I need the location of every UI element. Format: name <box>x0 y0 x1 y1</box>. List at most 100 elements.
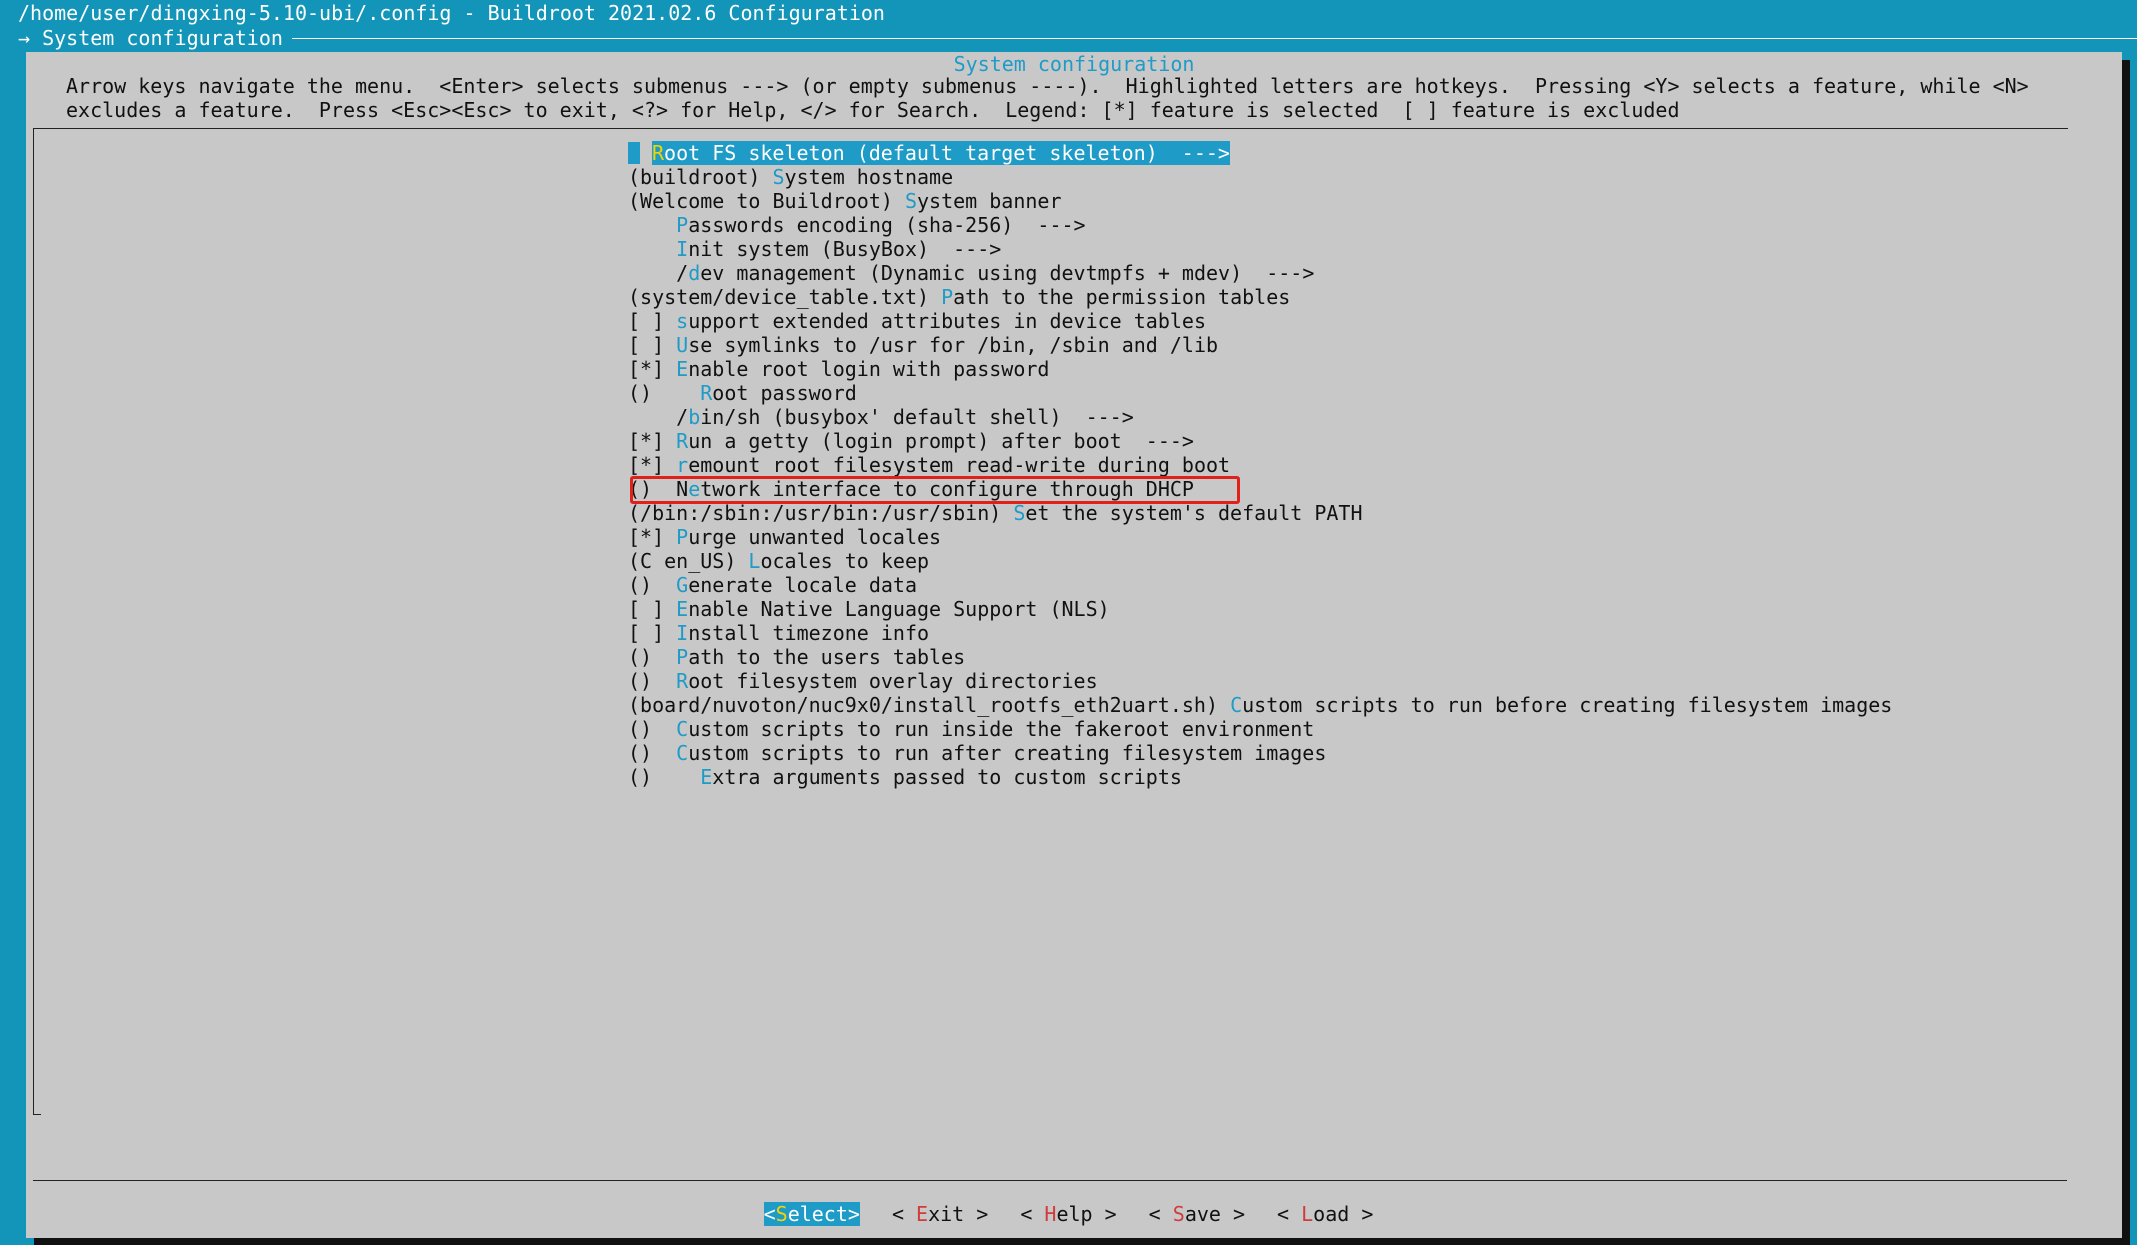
menu-item[interactable]: (Welcome to Buildroot) System banner <box>628 189 1892 213</box>
menu-item[interactable]: (C en_US) Locales to keep <box>628 549 1892 573</box>
dialog-shadow-bottom <box>34 1238 2130 1245</box>
help-button[interactable]: < Help > <box>1020 1202 1116 1226</box>
menu-item-prefix: () <box>628 645 677 669</box>
button-open: < <box>763 1202 776 1226</box>
menu-item-hotkey: P <box>676 213 689 237</box>
menu-item[interactable]: () Custom scripts to run after creating … <box>628 741 1892 765</box>
menu-item-prefix: (buildroot) <box>628 165 773 189</box>
button-close: > <box>1092 1202 1117 1226</box>
button-open: < <box>1148 1202 1173 1226</box>
menu-item-label: ocales to keep <box>760 549 930 573</box>
menu-item[interactable]: /dev management (Dynamic using devtmpfs … <box>628 261 1892 285</box>
menu-item-label: ustom scripts to run inside the fakeroot… <box>688 717 1315 741</box>
menu-item-label: ath to the users tables <box>688 645 966 669</box>
dialog-title: System configuration <box>953 52 1195 76</box>
menu-item[interactable]: () Custom scripts to run inside the fake… <box>628 717 1892 741</box>
button-hk: S <box>1172 1202 1185 1226</box>
menu-item[interactable]: (board/nuvoton/nuc9x0/install_rootfs_eth… <box>628 693 1892 717</box>
menu-item[interactable]: () Path to the users tables <box>628 645 1892 669</box>
menu-item-hotkey: S <box>1013 501 1026 525</box>
menu-item-label: nable Native Language Support (NLS) <box>688 597 1110 621</box>
menu-item-label: upport extended attributes in device tab… <box>688 309 1206 333</box>
menu-item-prefix: [ ] <box>628 309 677 333</box>
menu-item[interactable]: Passwords encoding (sha-256) ---> <box>628 213 1892 237</box>
menu-item[interactable]: [*] Enable root login with password <box>628 357 1892 381</box>
menu-item-hotkey: s <box>676 309 689 333</box>
selected-item-text: Root FS skeleton (default target skeleto… <box>652 141 1230 165</box>
menu-item-selected[interactable]: Root FS skeleton (default target skeleto… <box>628 141 1892 165</box>
dialog-shadow-right <box>2122 60 2130 1240</box>
menu-item-hotkey: d <box>688 261 701 285</box>
button-rest: elect <box>787 1202 848 1226</box>
menu-item[interactable]: [ ] Install timezone info <box>628 621 1892 645</box>
menu-item-hotkey: S <box>772 165 785 189</box>
menu-item-hotkey: C <box>1230 693 1243 717</box>
menu-item[interactable]: (/bin:/sbin:/usr/bin:/usr/sbin) Set the … <box>628 501 1892 525</box>
menu-item-hotkey: P <box>941 285 954 309</box>
menu-item-label: nable root login with password <box>688 357 1050 381</box>
annotation-highlight-box <box>630 476 1240 504</box>
menu-item-prefix: / <box>628 261 689 285</box>
menu-item-label: oot FS skeleton (default target skeleton… <box>664 141 1230 165</box>
menu-item-label: urge unwanted locales <box>688 525 942 549</box>
menu-item-prefix: [*] <box>628 453 677 477</box>
selection-cursor <box>628 142 640 164</box>
menu-item-prefix <box>628 237 676 261</box>
menu-item-prefix: [ ] <box>628 621 677 645</box>
menu-item-prefix: (/bin:/sbin:/usr/bin:/usr/sbin) <box>628 501 1014 525</box>
menu-item-prefix: [ ] <box>628 333 677 357</box>
menu-item[interactable]: Init system (BusyBox) ---> <box>628 237 1892 261</box>
menu-item-hotkey: R <box>652 141 665 165</box>
menu-item-prefix: () <box>628 717 677 741</box>
menu-item-hotkey: P <box>676 645 689 669</box>
menu-item[interactable]: [ ] Enable Native Language Support (NLS) <box>628 597 1892 621</box>
menu-list: Root FS skeleton (default target skeleto… <box>628 141 1892 789</box>
menu-item[interactable]: [ ] Use symlinks to /usr for /bin, /sbin… <box>628 333 1892 357</box>
menu-item-label: oot password <box>712 381 857 405</box>
menu-item-label: ev management (Dynamic using devtmpfs + … <box>700 261 1315 285</box>
menu-item[interactable]: () Root filesystem overlay directories <box>628 669 1892 693</box>
button-close: > <box>1220 1202 1246 1226</box>
load-button[interactable]: < Load > <box>1277 1202 1373 1226</box>
exit-button[interactable]: < Exit > <box>892 1202 988 1226</box>
button-rest: ave <box>1184 1202 1221 1226</box>
menu-item[interactable]: [*] Purge unwanted locales <box>628 525 1892 549</box>
menu-item[interactable]: (buildroot) System hostname <box>628 165 1892 189</box>
menu-item-prefix: () <box>628 741 677 765</box>
menu-item-prefix: [*] <box>628 525 677 549</box>
button-bar: <Select> < Exit > < Help > < Save > < Load > <box>0 1202 2137 1226</box>
menu-item-hotkey: U <box>676 333 689 357</box>
button-close: > <box>847 1202 860 1226</box>
menu-item[interactable]: () Root password <box>628 381 1892 405</box>
instructions-line-1: Arrow keys navigate the menu. <Enter> se… <box>66 74 2029 98</box>
menu-item-hotkey: R <box>700 381 713 405</box>
button-close: > <box>964 1202 989 1226</box>
menu-item[interactable]: /bin/sh (busybox' default shell) ---> <box>628 405 1892 429</box>
menu-item[interactable]: () Extra arguments passed to custom scri… <box>628 765 1892 789</box>
button-hk: L <box>1301 1202 1314 1226</box>
menu-item-hotkey: E <box>700 765 713 789</box>
menu-item[interactable]: [*] remount root filesystem read-write d… <box>628 453 1892 477</box>
menu-item-prefix: () <box>628 669 677 693</box>
button-close: > <box>1349 1202 1374 1226</box>
button-open: < <box>1020 1202 1045 1226</box>
select-button[interactable]: <Select> <box>763 1202 860 1226</box>
menu-item-label: ustom scripts to run after creating file… <box>688 741 1327 765</box>
menu-item[interactable]: [*] Run a getty (login prompt) after boo… <box>628 429 1892 453</box>
menu-item[interactable]: () Generate locale data <box>628 573 1892 597</box>
menu-item-prefix: [ ] <box>628 597 677 621</box>
menu-item-prefix: / <box>628 405 689 429</box>
menu-item-hotkey: P <box>676 525 689 549</box>
menu-item-hotkey: I <box>676 237 689 261</box>
save-button[interactable]: < Save > <box>1149 1202 1245 1226</box>
button-open: < <box>891 1202 917 1226</box>
menu-item-label: oot filesystem overlay directories <box>688 669 1098 693</box>
menu-item-label: ystem hostname <box>784 165 954 189</box>
menu-item-label: et the system's default PATH <box>1025 501 1363 525</box>
menu-item[interactable]: [ ] support extended attributes in devic… <box>628 309 1892 333</box>
menu-item-hotkey: I <box>676 621 689 645</box>
menu-item-label: ystem banner <box>917 189 1062 213</box>
menu-item[interactable]: (system/device_table.txt) Path to the pe… <box>628 285 1892 309</box>
menu-item-prefix: () <box>628 765 701 789</box>
menu-item-label: emount root filesystem read-write during… <box>688 453 1231 477</box>
